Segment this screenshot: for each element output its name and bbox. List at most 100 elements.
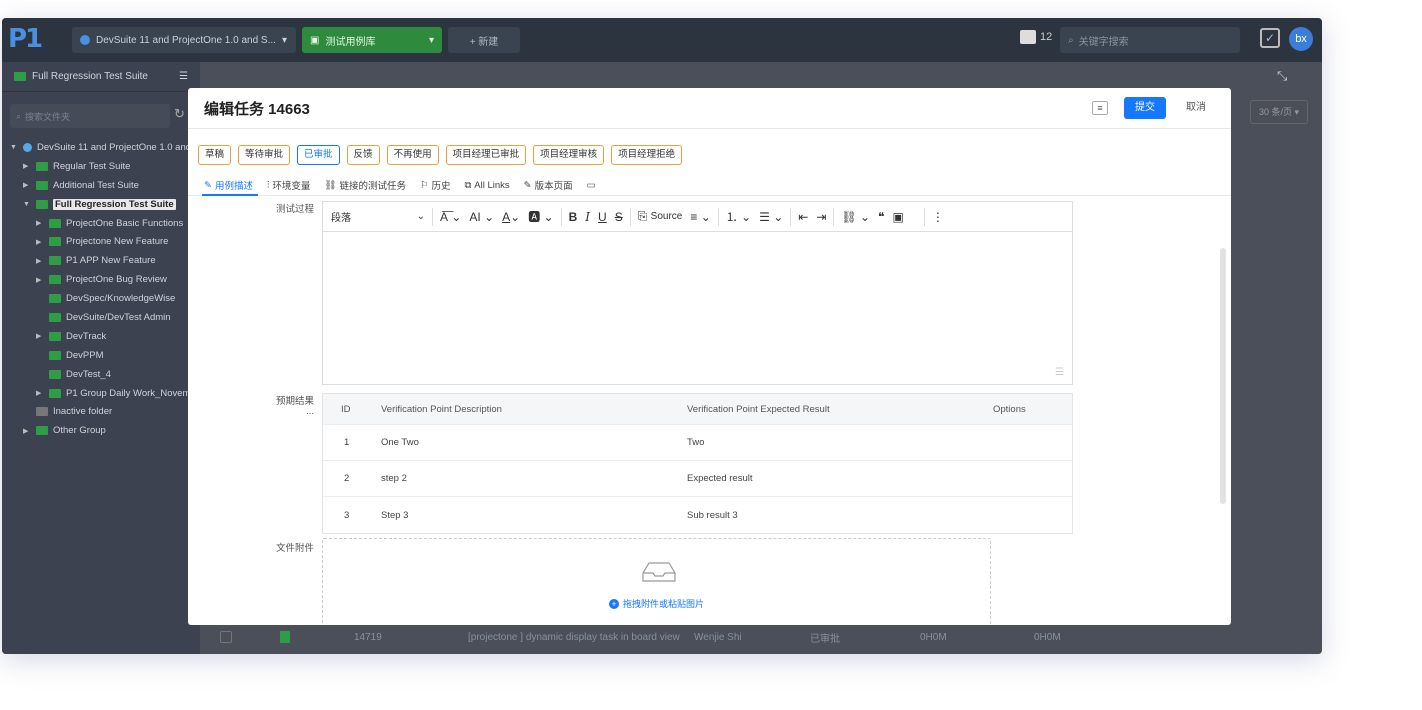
caret-right-icon[interactable]: ▶ — [36, 332, 44, 340]
caret-down-icon[interactable]: ▼ — [10, 144, 18, 151]
folder-icon — [49, 218, 61, 228]
table-row[interactable]: 2 step 2 Expected result — [323, 461, 1072, 497]
calendar-button[interactable]: 12 — [1020, 30, 1052, 44]
tab-bar: ✎ 用例描述 ⫶ 环境变量 ⛓ 链接的测试任务 ⚐ 历史 ⧉ All Links ✎ 版本页面 ▭ — [204, 178, 599, 193]
tab[interactable]: ✎ 版本页面 — [524, 178, 573, 193]
fullscreen-icon[interactable]: ⤡ — [1277, 68, 1287, 84]
italic-icon[interactable]: I — [581, 210, 594, 224]
row-title[interactable]: [projectone ] dynamic display task in bo… — [468, 632, 680, 643]
tab[interactable]: ▭ — [587, 178, 599, 192]
tree-item-label: DevPPM — [66, 349, 104, 361]
per-page-label: 30 条/页 — [1258, 107, 1292, 117]
table-cell: One Two — [381, 437, 419, 448]
status-button[interactable]: 项目经理已审批 — [445, 145, 527, 165]
paragraph-select[interactable]: 段落 ⌄ — [323, 209, 429, 224]
collapse-icon[interactable]: ☰ — [179, 71, 188, 82]
caret-right-icon[interactable]: ▶ — [23, 162, 31, 170]
cancel-button[interactable]: 取消 — [1176, 97, 1216, 119]
underline-icon[interactable]: U — [594, 210, 611, 224]
tree-item[interactable]: ▶ P1 Group Daily Work_Novem — [2, 384, 200, 403]
status-button[interactable]: 项目经理拒绝 — [611, 145, 683, 165]
repo-selector[interactable]: ▣ 测试用例库 ▾ — [302, 27, 442, 53]
align-icon[interactable]: ≡ ⌄ — [686, 210, 714, 224]
repo-icon: ▣ — [310, 34, 320, 46]
tree-item[interactable]: DevSuite/DevTest Admin — [2, 308, 200, 327]
folder-search-input[interactable]: ⌕ 搜索文件夹 — [10, 104, 170, 128]
caret-right-icon[interactable]: ▶ — [36, 219, 44, 227]
bullet-list-icon[interactable]: ☰ ⌄ — [755, 210, 787, 224]
more-icon[interactable]: ⋮ — [928, 210, 948, 224]
table-row[interactable]: 14719 [projectone ] dynamic display task… — [212, 622, 1322, 652]
bold-icon[interactable]: B — [565, 210, 582, 224]
indent-icon[interactable]: ⇥ — [812, 210, 830, 224]
status-button[interactable]: 等待审批 — [238, 145, 291, 165]
attachment-dropzone[interactable]: + 拖拽附件或粘贴图片 — [322, 538, 991, 625]
tree-item[interactable]: ▶ Additional Test Suite — [2, 176, 200, 195]
table-row[interactable]: 1 One Two Two — [323, 425, 1072, 461]
tree-item[interactable]: DevPPM — [2, 346, 200, 365]
column-header: Verification Point Description — [381, 403, 502, 415]
list-icon[interactable]: ≡ — [1092, 101, 1108, 115]
image-icon[interactable]: ▣ — [889, 210, 908, 224]
project-selector[interactable]: DevSuite 11 and ProjectOne 1.0 and S... … — [72, 27, 296, 53]
tree-item[interactable]: ▶ Other Group — [2, 421, 200, 440]
global-search-input[interactable]: ⌕ 关键字搜索 — [1060, 27, 1240, 53]
tree-item[interactable]: ▶ Projectone New Feature — [2, 232, 200, 251]
status-button[interactable]: 反馈 — [346, 145, 380, 165]
attachment-hint[interactable]: + 拖拽附件或粘贴图片 — [609, 597, 704, 610]
status-button[interactable]: 已审批 — [297, 145, 340, 165]
caret-right-icon[interactable]: ▶ — [23, 181, 31, 189]
resize-handle-icon[interactable]: ☰ — [1055, 367, 1064, 378]
submit-button[interactable]: 提交 — [1124, 97, 1166, 119]
tree-item[interactable]: DevTest_4 — [2, 365, 200, 384]
refresh-icon[interactable]: ↻ — [174, 106, 185, 122]
tab[interactable]: ⚐ 历史 — [420, 178, 451, 193]
scrollbar[interactable] — [1220, 248, 1226, 504]
tree-item[interactable]: DevSpec/KnowledgeWise — [2, 289, 200, 308]
caret-right-icon[interactable]: ▶ — [23, 427, 31, 435]
font-size-icon[interactable]: A͞ ⌄ — [436, 210, 465, 224]
quote-icon[interactable]: ❝ — [874, 210, 888, 224]
tab[interactable]: ✎ 用例描述 — [204, 178, 253, 193]
avatar[interactable]: bx — [1289, 27, 1313, 51]
strikethrough-icon[interactable]: S — [611, 210, 627, 224]
tree-item[interactable]: ▶ DevTrack — [2, 327, 200, 346]
background-color-icon[interactable]: 🅰 ⌄ — [524, 208, 557, 225]
tree-item[interactable]: ▶ Regular Test Suite — [2, 157, 200, 176]
link-icon[interactable]: ⛓ ⌄ — [837, 210, 874, 224]
status-button[interactable]: 项目经理审核 — [533, 145, 605, 165]
tree-item[interactable]: Inactive folder — [2, 402, 200, 421]
source-button[interactable]: ⎘ Source — [634, 209, 687, 224]
status-button[interactable]: 不再使用 — [386, 145, 439, 165]
caret-right-icon[interactable]: ▶ — [36, 276, 44, 284]
todo-checkbox-icon[interactable]: ✓ — [1260, 28, 1280, 48]
caret-right-icon[interactable]: ▶ — [36, 257, 44, 265]
p1-logo[interactable]: P1 — [8, 26, 48, 52]
tab-label: 版本页面 — [534, 181, 573, 192]
tree-item[interactable]: ▼ Full Regression Test Suite — [2, 195, 200, 214]
caret-right-icon[interactable]: ▶ — [36, 389, 44, 397]
outdent-icon[interactable]: ⇤ — [794, 210, 812, 224]
font-family-icon[interactable]: AI ⌄ — [465, 210, 498, 224]
table-header: ID Verification Point Description Verifica… — [323, 394, 1072, 425]
toolbar-separator — [432, 207, 433, 226]
tree-item[interactable]: ▶ P1 APP New Feature — [2, 251, 200, 270]
row-checkbox[interactable] — [220, 631, 232, 643]
status-button[interactable]: 草稿 — [198, 145, 232, 165]
caret-right-icon[interactable]: ▶ — [36, 238, 44, 246]
numbered-list-icon[interactable]: ⒈ ⌄ — [722, 208, 755, 225]
tree-item[interactable]: ▶ ProjectOne Bug Review — [2, 270, 200, 289]
table-row[interactable]: 3 Step 3 Sub result 3 — [323, 497, 1072, 533]
toolbar-separator — [560, 207, 562, 226]
tab[interactable]: ⫶ 环境变量 — [267, 178, 310, 193]
tab[interactable]: ⛓ 链接的测试任务 — [324, 178, 406, 193]
tree-item[interactable]: ▼ DevSuite 11 and ProjectOne 1.0 and — [2, 138, 200, 157]
tab[interactable]: ⧉ All Links — [465, 178, 510, 192]
caret-down-icon[interactable]: ▼ — [23, 201, 31, 208]
add-icon: + — [609, 598, 619, 609]
per-page-select[interactable]: 30 条/页 ▾ — [1250, 100, 1308, 124]
font-color-icon[interactable]: A ⌄ — [498, 210, 524, 224]
tree-item[interactable]: ▶ ProjectOne Basic Functions — [2, 214, 200, 233]
new-button[interactable]: + 新建 — [448, 27, 520, 53]
rich-text-editor[interactable]: 段落 ⌄ A͞ ⌄ AI ⌄ A ⌄ 🅰 ⌄ B I U S ⎘ Source … — [322, 201, 1073, 385]
